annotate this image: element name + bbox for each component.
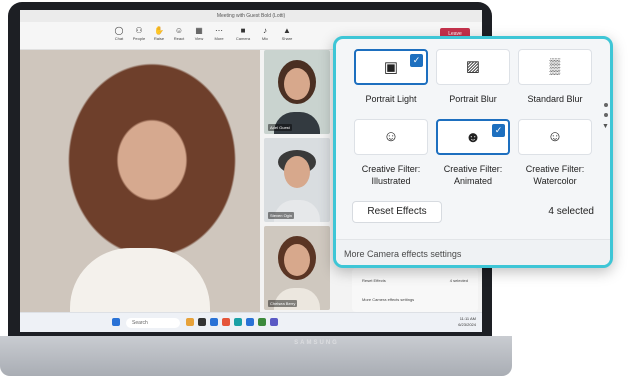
view-icon: ▦ bbox=[195, 26, 203, 35]
camera-settings-footer[interactable]: More Camera effects settings bbox=[336, 239, 610, 265]
toolbar-raise-button[interactable]: ✋ Raise bbox=[150, 26, 168, 41]
raise-hand-icon: ✋ bbox=[154, 26, 164, 35]
app-icon[interactable] bbox=[246, 318, 254, 326]
effect-creative-watercolor[interactable]: ☺ bbox=[518, 119, 592, 155]
background-effects-panel: Reset Effects 4 selected More Camera eff… bbox=[352, 268, 478, 312]
share-icon: ▲ bbox=[283, 26, 291, 35]
mic-icon: ♪ bbox=[263, 26, 267, 35]
participant-tile[interactable]: Adel Guest bbox=[264, 50, 330, 134]
taskbar: Search 11:11 AM 6/23/2024 bbox=[20, 312, 482, 332]
scroll-down-icon[interactable]: ▼ bbox=[602, 123, 609, 130]
participant-name: Adel Guest bbox=[268, 124, 292, 131]
app-icon[interactable] bbox=[270, 318, 278, 326]
effect-label: Portrait Blur bbox=[449, 94, 497, 104]
reset-effects-button[interactable]: Reset Effects bbox=[352, 201, 442, 223]
camera-effects-flyout: ▣ ✓ Portrait Light ▨ Portrait Blur ▒ Sta… bbox=[333, 36, 613, 268]
toolbar-mic-button[interactable]: ♪ Mic bbox=[256, 26, 274, 41]
selected-count: 4 selected bbox=[548, 206, 594, 217]
toolbar-react-button[interactable]: ☺ React bbox=[170, 26, 188, 41]
check-icon: ✓ bbox=[492, 124, 505, 137]
app-icon[interactable] bbox=[222, 318, 230, 326]
standard-blur-icon: ▒ bbox=[549, 58, 561, 75]
participant-face bbox=[284, 68, 310, 100]
camera-settings-link[interactable]: More Camera effects settings bbox=[344, 249, 461, 259]
app-icon[interactable] bbox=[210, 318, 218, 326]
effect-portrait-light[interactable]: ▣ ✓ bbox=[354, 49, 428, 85]
more-icon: ⋯ bbox=[215, 26, 223, 35]
effect-creative-animated[interactable]: ☻ ✓ bbox=[436, 119, 510, 155]
window-title: Meeting with Guest Bold (Lotti) bbox=[20, 10, 482, 22]
main-video-feed bbox=[20, 50, 260, 312]
toolbar-more-button[interactable]: ⋯ More bbox=[210, 26, 228, 41]
participant-tile[interactable]: Steven Ogin bbox=[264, 138, 330, 222]
effect-label: Creative Filter: Watercolor bbox=[525, 164, 585, 186]
participant-face bbox=[284, 244, 310, 276]
participant-tile[interactable]: Chelsea Berry bbox=[264, 226, 330, 310]
app-icon[interactable] bbox=[198, 318, 206, 326]
check-icon: ✓ bbox=[410, 54, 423, 67]
camera-icon: ■ bbox=[240, 26, 246, 35]
portrait-blur-icon: ▨ bbox=[465, 58, 481, 75]
app-icon[interactable] bbox=[258, 318, 266, 326]
effect-portrait-blur[interactable]: ▨ bbox=[436, 49, 510, 85]
effect-creative-illustrated[interactable]: ☺ bbox=[354, 119, 428, 155]
start-icon[interactable] bbox=[112, 318, 120, 326]
app-icon[interactable] bbox=[186, 318, 194, 326]
speaker-shirt bbox=[70, 248, 210, 312]
participant-name: Chelsea Berry bbox=[268, 300, 298, 307]
participant-name: Steven Ogin bbox=[268, 212, 295, 219]
mini-reset-label[interactable]: Reset Effects bbox=[362, 278, 386, 283]
toolbar-people-button[interactable]: ⚇ People bbox=[130, 26, 148, 41]
laptop-brand: SAMSUNG bbox=[294, 340, 339, 346]
creative-illustrated-icon: ☺ bbox=[383, 128, 399, 145]
effect-label: Creative Filter: Illustrated bbox=[361, 164, 421, 186]
toolbar-chat-button[interactable]: ◯ Chat bbox=[110, 26, 128, 41]
toolbar-camera-button[interactable]: ■ Camera bbox=[234, 26, 252, 41]
people-icon: ⚇ bbox=[135, 26, 143, 35]
effect-label: Creative Filter: Animated bbox=[443, 164, 503, 186]
mini-selected-count: 4 selected bbox=[449, 278, 468, 283]
toolbar-share-button[interactable]: ▲ Share bbox=[278, 26, 296, 41]
participant-face bbox=[284, 156, 310, 188]
chat-icon: ◯ bbox=[114, 26, 124, 35]
toolbar-view-button[interactable]: ▦ View bbox=[190, 26, 208, 41]
taskbar-search[interactable]: Search bbox=[126, 318, 180, 328]
scrollbar-dot[interactable] bbox=[604, 113, 608, 117]
scrollbar-dot[interactable] bbox=[604, 103, 608, 107]
react-icon: ☺ bbox=[174, 26, 184, 35]
taskbar-clock[interactable]: 11:11 AM 6/23/2024 bbox=[458, 316, 476, 328]
mini-settings-link[interactable]: More Camera effects settings bbox=[362, 297, 414, 302]
effect-label: Portrait Light bbox=[365, 94, 417, 104]
effect-standard-blur[interactable]: ▒ bbox=[518, 49, 592, 85]
creative-watercolor-icon: ☺ bbox=[547, 128, 563, 145]
app-icon[interactable] bbox=[234, 318, 242, 326]
effect-label: Standard Blur bbox=[527, 94, 583, 104]
